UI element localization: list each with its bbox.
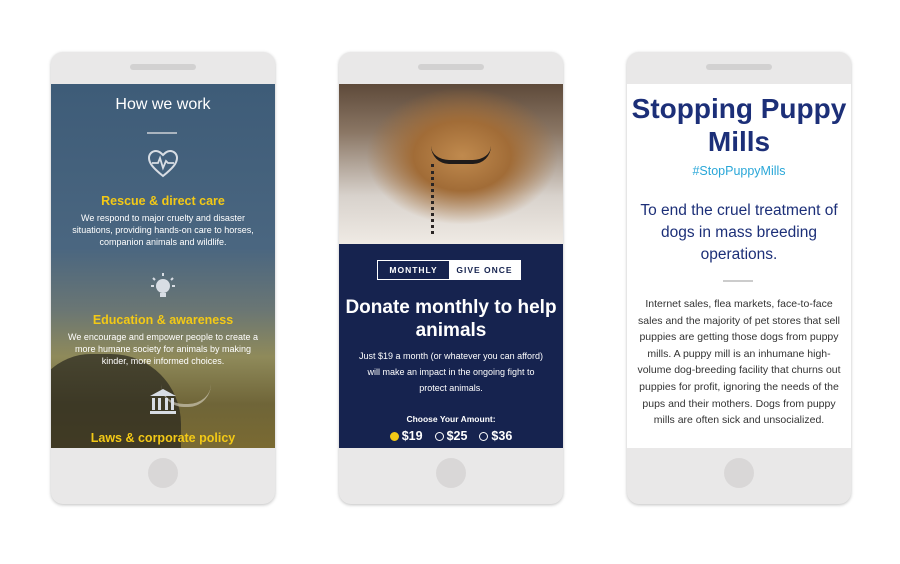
- amount-option-19[interactable]: $19: [389, 429, 423, 443]
- amount-option-36[interactable]: $36: [479, 429, 512, 443]
- phone-screen: Stopping Puppy Mills #StopPuppyMills To …: [627, 84, 851, 448]
- donate-headline: Donate monthly to help animals: [345, 297, 557, 341]
- section-heading: How we work: [115, 96, 211, 113]
- phone-speaker: [706, 64, 772, 70]
- frequency-toggle: MONTHLY GIVE ONCE: [377, 260, 521, 280]
- home-button[interactable]: [724, 458, 754, 488]
- subtitle: To end the cruel treatment of dogs in ma…: [640, 202, 838, 263]
- radio-button-selected[interactable]: [389, 431, 399, 441]
- home-button[interactable]: [436, 458, 466, 488]
- amount-options: $19 $25 $36: [339, 429, 563, 443]
- phone-mockup-puppy-mills: Stopping Puppy Mills #StopPuppyMills To …: [627, 52, 851, 504]
- phone-speaker: [418, 64, 484, 70]
- section-title-education: Education & awareness: [92, 313, 234, 327]
- phone-screen: How we work Rescue & direct care We resp…: [51, 84, 275, 448]
- phone-mockup-donate: MONTHLY GIVE ONCE Donate monthly to help…: [339, 52, 563, 504]
- radio-button[interactable]: [479, 431, 489, 441]
- section-body-rescue: We respond to major cruelty and disaster…: [72, 213, 254, 247]
- courthouse-icon: [148, 388, 178, 421]
- section-title-rescue: Rescue & direct care: [101, 194, 225, 208]
- hashtag-link[interactable]: #StopPuppyMills: [627, 164, 851, 178]
- choose-amount-label: Choose Your Amount:: [406, 414, 496, 424]
- phone-mockup-how-we-work: How we work Rescue & direct care We resp…: [51, 52, 275, 504]
- amount-label: $25: [446, 429, 468, 443]
- amount-label: $19: [401, 429, 423, 443]
- amount-label: $36: [491, 429, 513, 443]
- give-once-tab[interactable]: GIVE ONCE: [449, 261, 520, 279]
- radio-button[interactable]: [434, 431, 444, 441]
- dog-chain: [431, 164, 440, 234]
- monthly-tab[interactable]: MONTHLY: [378, 261, 449, 279]
- dog-photo: [339, 84, 563, 244]
- donate-body: Just $19 a month (or whatever you can af…: [359, 351, 543, 393]
- section-title-laws: Laws & corporate policy: [90, 431, 236, 445]
- donate-panel: MONTHLY GIVE ONCE Donate monthly to help…: [339, 244, 563, 448]
- home-button[interactable]: [148, 458, 178, 488]
- section-body-education: We encourage and empower people to creat…: [68, 332, 258, 366]
- lightbulb-icon: [150, 272, 176, 305]
- phone-speaker: [130, 64, 196, 70]
- dog-collar: [431, 146, 491, 164]
- page-title: Stopping Puppy Mills: [631, 93, 847, 157]
- phone-screen: MONTHLY GIVE ONCE Donate monthly to help…: [339, 84, 563, 448]
- heart-pulse-icon: [147, 149, 179, 183]
- amount-option-25[interactable]: $25: [434, 429, 468, 443]
- divider: [147, 132, 177, 134]
- divider: [723, 280, 753, 282]
- body-text: Internet sales, flea markets, face-to-fa…: [637, 298, 841, 427]
